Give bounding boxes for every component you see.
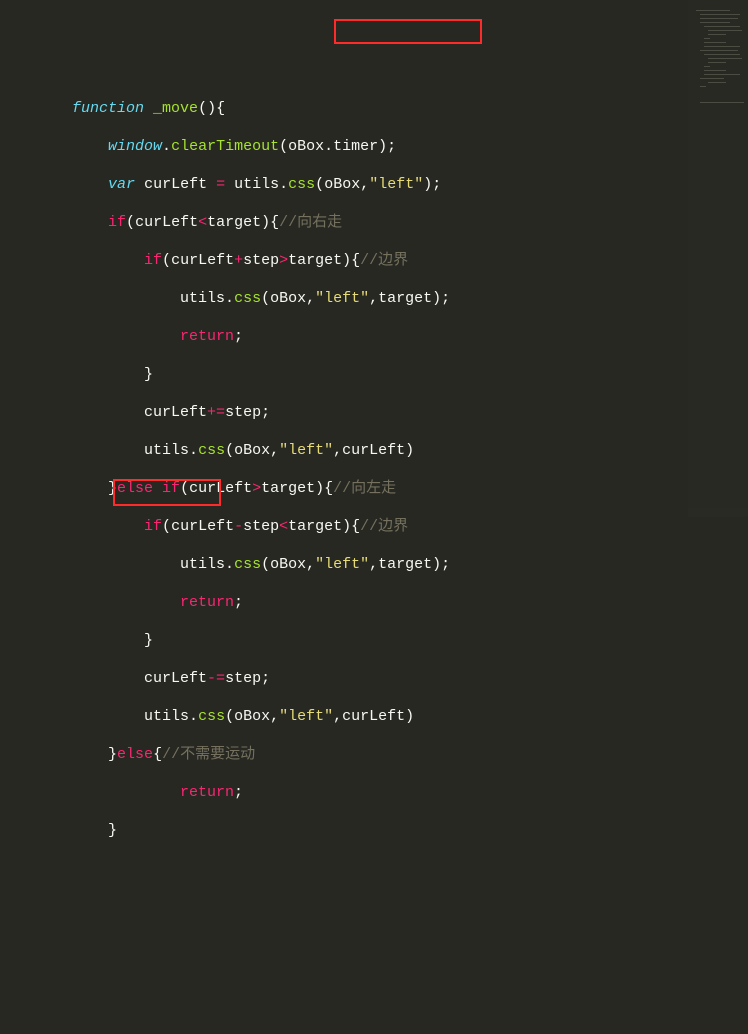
code-line: function _move(){ bbox=[0, 99, 748, 118]
code-line: return; bbox=[0, 783, 748, 802]
kw-elseif: else if bbox=[117, 480, 180, 497]
comment: //边界 bbox=[360, 518, 408, 535]
code-line: curLeft+=step; bbox=[0, 403, 748, 422]
code-line: return; bbox=[0, 327, 748, 346]
code-editor[interactable]: function _move(){ window.clearTimeout(oB… bbox=[0, 80, 748, 1034]
code-line: return; bbox=[0, 593, 748, 612]
fn-name: _move bbox=[153, 100, 198, 117]
kw-return: return bbox=[180, 594, 234, 611]
code-line: if(curLeft-step<target){//边界 bbox=[0, 517, 748, 536]
code-line bbox=[0, 897, 748, 916]
code-line bbox=[0, 1011, 748, 1030]
code-line: curLeft-=step; bbox=[0, 669, 748, 688]
comment: //不需要运动 bbox=[162, 746, 255, 763]
code-line: }else{//不需要运动 bbox=[0, 745, 748, 764]
code-line: if(curLeft+step>target){//边界 bbox=[0, 251, 748, 270]
code-line: }else if(curLeft>target){//向左走 bbox=[0, 479, 748, 498]
kw-else: else bbox=[117, 746, 153, 763]
code-line bbox=[0, 973, 748, 992]
kw-if: if bbox=[108, 214, 126, 231]
obj-window: window bbox=[108, 138, 162, 155]
minimap[interactable] bbox=[688, 0, 748, 517]
comment: //边界 bbox=[360, 252, 408, 269]
code-line: var curLeft = utils.css(oBox,"left"); bbox=[0, 175, 748, 194]
code-line: utils.css(oBox,"left",curLeft) bbox=[0, 441, 748, 460]
code-line: } bbox=[0, 365, 748, 384]
code-line bbox=[0, 859, 748, 878]
code-line: } bbox=[0, 631, 748, 650]
kw-if: if bbox=[144, 518, 162, 535]
highlight-box-1 bbox=[334, 19, 482, 44]
code-line: window.clearTimeout(oBox.timer); bbox=[0, 137, 748, 156]
code-line: } bbox=[0, 821, 748, 840]
kw-return: return bbox=[180, 784, 234, 801]
comment: //向右走 bbox=[279, 214, 342, 231]
kw-function: function bbox=[72, 100, 144, 117]
code-line: utils.css(oBox,"left",target); bbox=[0, 555, 748, 574]
code-line: utils.css(oBox,"left",target); bbox=[0, 289, 748, 308]
fn-clearTimeout: clearTimeout bbox=[171, 138, 279, 155]
code-line: if(curLeft<target){//向右走 bbox=[0, 213, 748, 232]
code-line: utils.css(oBox,"left",curLeft) bbox=[0, 707, 748, 726]
kw-return: return bbox=[180, 328, 234, 345]
kw-var: var bbox=[108, 176, 135, 193]
code-line bbox=[0, 935, 748, 954]
kw-if: if bbox=[144, 252, 162, 269]
comment: //向左走 bbox=[333, 480, 396, 497]
